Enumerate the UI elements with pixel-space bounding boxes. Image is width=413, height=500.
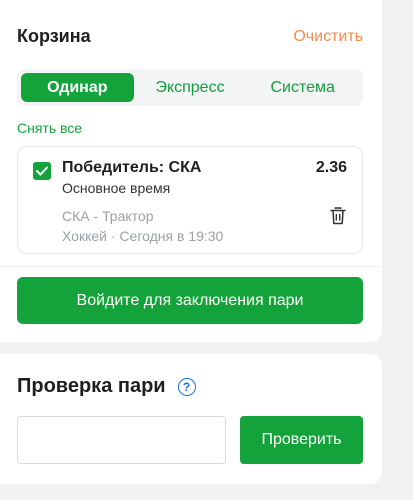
bet-card: Победитель: СКА 2.36 Основное время СКА … [17, 146, 363, 254]
divider [0, 266, 382, 267]
clear-cart-link[interactable]: Очистить [293, 28, 363, 46]
question-circle-icon[interactable]: ? [177, 377, 196, 396]
remove-all-link[interactable]: Снять все [17, 120, 82, 136]
bet-type-tabs: Одинар Экспресс Система [17, 69, 363, 106]
bet-checkbox[interactable] [33, 162, 51, 180]
check-bet-button[interactable]: Проверить [240, 416, 363, 464]
tab-single[interactable]: Одинар [21, 73, 134, 102]
tab-system[interactable]: Система [246, 73, 359, 102]
bet-check-title: Проверка пари [17, 375, 166, 397]
login-to-bet-button[interactable]: Войдите для заключения пари [17, 277, 363, 324]
checkmark-icon [36, 166, 48, 176]
bet-odds: 2.36 [315, 159, 347, 176]
tab-express[interactable]: Экспресс [134, 73, 247, 102]
cart-header: Корзина Очистить [17, 26, 363, 47]
bet-match: СКА - Трактор [62, 208, 154, 224]
bet-meta: Хоккей · Сегодня в 19:30 [62, 228, 224, 244]
bet-check-panel: Проверка пари ? Проверить [0, 354, 382, 484]
cart-panel: Корзина Очистить Одинар Экспресс Система… [0, 0, 382, 342]
trash-icon[interactable] [330, 207, 346, 225]
bet-period: Основное время [62, 180, 171, 196]
cart-title: Корзина [17, 26, 91, 46]
bet-title: Победитель: СКА [62, 159, 202, 176]
bet-check-header: Проверка пари ? [17, 375, 196, 398]
bet-code-input[interactable] [17, 416, 226, 464]
